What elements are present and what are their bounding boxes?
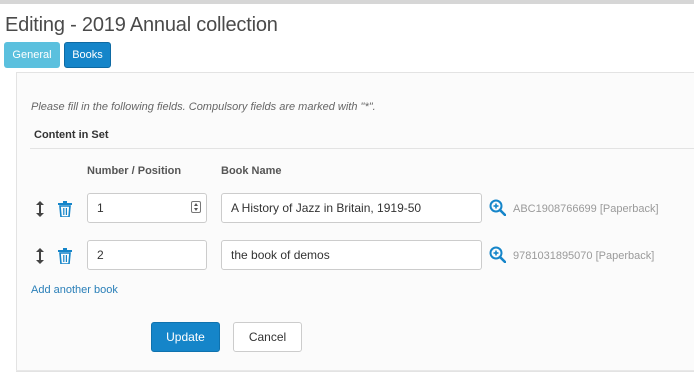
move-icon[interactable]	[35, 248, 45, 264]
move-icon[interactable]	[35, 201, 45, 217]
tab-books[interactable]: Books	[64, 42, 111, 68]
form-instructions: Please fill in the following fields. Com…	[31, 101, 376, 113]
book-name-input[interactable]	[221, 193, 482, 223]
isbn-label: 9781031895070 [Paperback]	[513, 250, 655, 262]
column-header-book: Book Name	[221, 165, 282, 177]
trash-icon[interactable]	[58, 201, 72, 217]
cancel-button[interactable]: Cancel	[233, 322, 302, 352]
update-button[interactable]: Update	[151, 322, 220, 352]
isbn-label: ABC1908766699 [Paperback]	[513, 203, 659, 215]
book-name-input[interactable]	[221, 240, 482, 270]
trash-icon[interactable]	[58, 248, 72, 264]
zoom-in-icon[interactable]	[489, 199, 506, 216]
section-divider	[30, 148, 694, 149]
position-input[interactable]	[87, 193, 207, 223]
panel-bottom-divider	[16, 370, 694, 371]
section-title: Content in Set	[34, 129, 109, 141]
position-input[interactable]	[87, 240, 207, 270]
zoom-in-icon[interactable]	[489, 246, 506, 263]
page-title: Editing - 2019 Annual collection	[5, 14, 278, 36]
top-border	[0, 0, 694, 4]
add-another-book-link[interactable]: Add another book	[31, 284, 118, 296]
spin-icon[interactable]	[191, 201, 201, 213]
column-header-number: Number / Position	[87, 165, 182, 177]
tab-general[interactable]: General	[4, 42, 60, 68]
